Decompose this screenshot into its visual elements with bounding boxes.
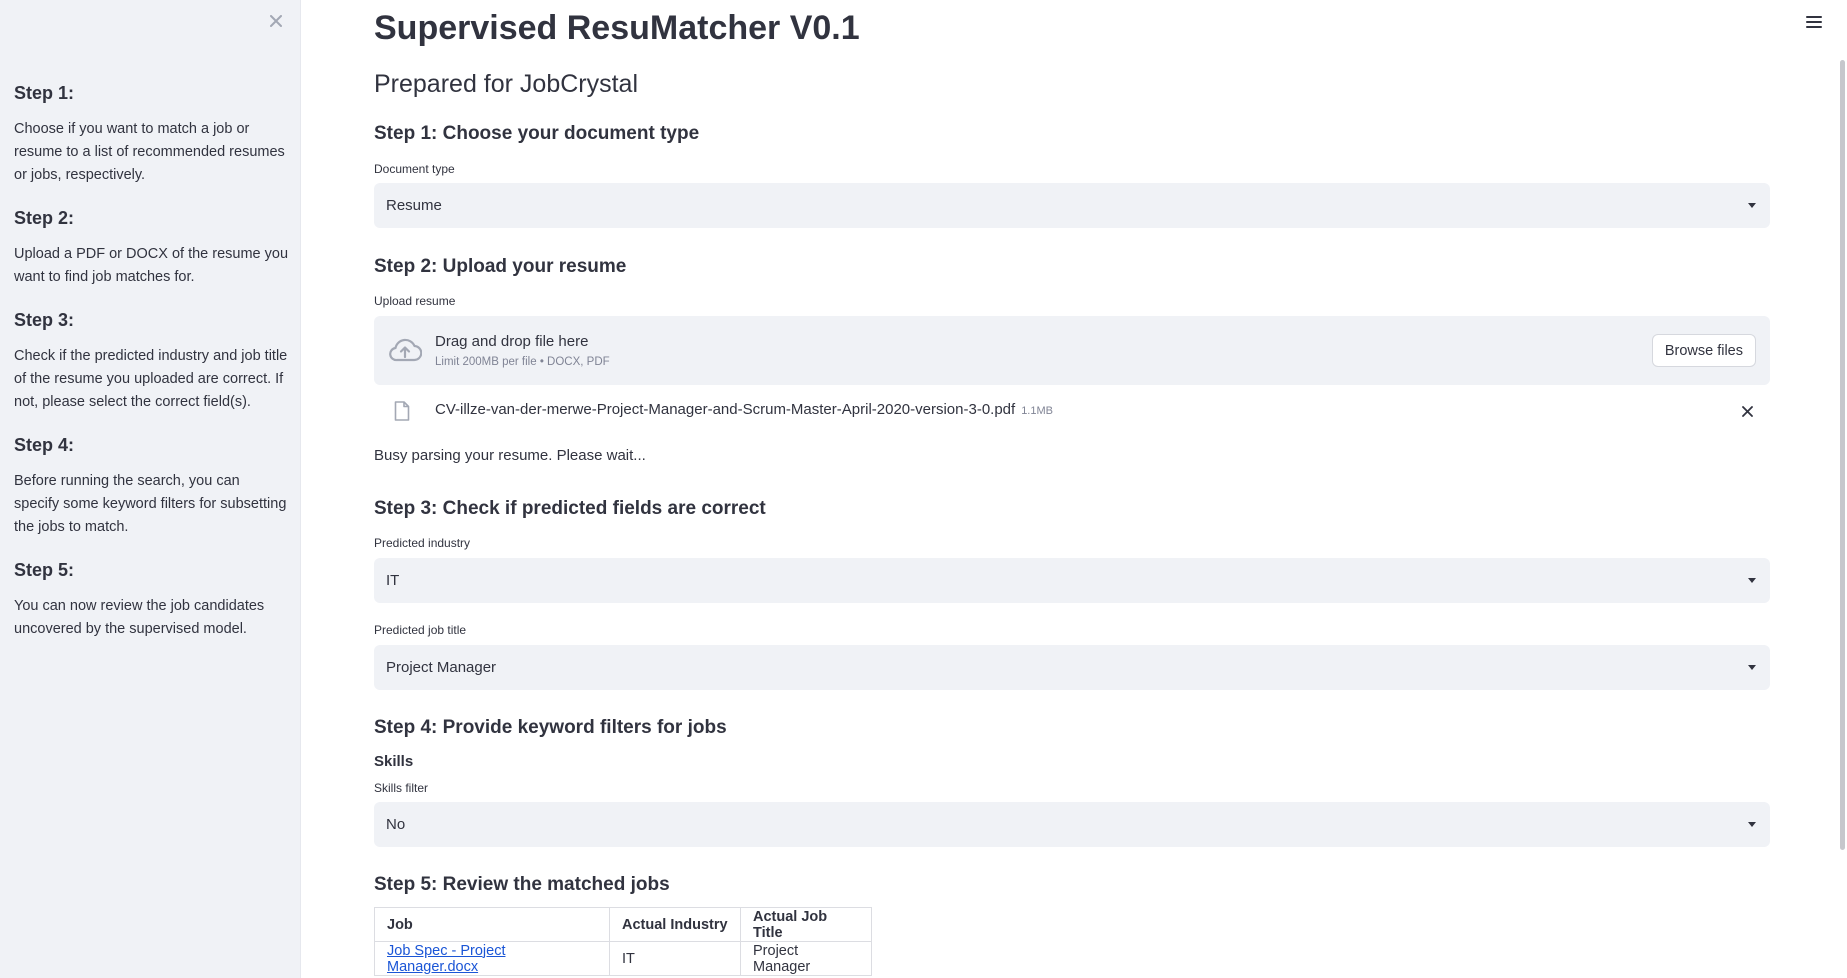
document-type-value: Resume (386, 197, 442, 214)
step4-heading: Step 4: Provide keyword filters for jobs (374, 717, 727, 738)
close-icon (270, 15, 282, 27)
skills-heading: Skills (374, 753, 414, 770)
cloud-upload-icon (389, 338, 422, 362)
dropzone-text: Drag and drop file here (435, 333, 589, 350)
step2-heading: Step 2: Upload your resume (374, 256, 627, 277)
table-cell-industry: IT (609, 941, 741, 976)
page-scrollbar[interactable] (1840, 60, 1845, 850)
document-type-select[interactable]: Resume (374, 183, 1770, 228)
sidebar-instructions: Step 1: Choose if you want to match a jo… (14, 80, 288, 659)
predicted-job-title-value: Project Manager (386, 659, 497, 676)
chevron-down-icon (1748, 203, 1756, 208)
hamburger-icon (1806, 21, 1822, 23)
table-cell-job-title: Project Manager (740, 941, 872, 976)
dropzone-limit-text: Limit 200MB per file • DOCX, PDF (435, 356, 610, 368)
file-icon (394, 401, 410, 421)
table-row: Job Spec - Project Manager.docx IT Proje… (374, 941, 872, 976)
hamburger-icon (1806, 26, 1822, 28)
sidebar-step-title: Step 1: (14, 83, 75, 103)
sidebar-step-title: Step 5: (14, 560, 75, 580)
uploaded-file-name: CV-illze-van-der-merwe-Project-Manager-a… (435, 401, 1053, 418)
sidebar-step-text: Upload a PDF or DOCX of the resume you w… (14, 246, 289, 285)
hamburger-icon (1806, 16, 1822, 18)
upload-resume-label: Upload resume (374, 294, 456, 308)
step3-heading: Step 3: Check if predicted fields are co… (374, 498, 766, 519)
document-type-label: Document type (374, 162, 455, 176)
column-header-job: Job (374, 907, 610, 942)
chevron-down-icon (1748, 665, 1756, 670)
sidebar-step: Step 5: You can now review the job candi… (14, 557, 288, 641)
sidebar-step-text: Before running the search, you can speci… (14, 473, 287, 535)
column-header-job-title: Actual Job Title (740, 907, 872, 942)
sidebar-step-title: Step 3: (14, 310, 75, 330)
page-subtitle: Prepared for JobCrystal (374, 70, 639, 98)
predicted-job-title-label: Predicted job title (374, 623, 467, 637)
skills-filter-label: Skills filter (374, 781, 429, 795)
table-header-row: Job Actual Industry Actual Job Title (374, 907, 872, 942)
predicted-industry-select[interactable]: IT (374, 558, 1770, 603)
column-header-industry: Actual Industry (609, 907, 741, 942)
skills-filter-value: No (386, 816, 406, 833)
browse-files-button[interactable]: Browse files (1651, 334, 1756, 367)
predicted-industry-value: IT (386, 572, 400, 589)
predicted-industry-label: Predicted industry (374, 536, 471, 550)
sidebar-step: Step 4: Before running the search, you c… (14, 432, 288, 539)
skills-filter-select[interactable]: No (374, 802, 1770, 847)
file-size: 1.1MB (1021, 405, 1053, 417)
uploaded-file: CV-illze-van-der-merwe-Project-Manager-a… (374, 396, 1770, 426)
step1-heading: Step 1: Choose your document type (374, 123, 700, 144)
sidebar-step-title: Step 4: (14, 435, 75, 455)
matched-jobs-table: Job Actual Industry Actual Job Title Job… (374, 907, 872, 976)
file-dropzone[interactable]: Drag and drop file here Limit 200MB per … (374, 316, 1770, 385)
remove-file-button[interactable] (1738, 402, 1756, 420)
main-menu-button[interactable] (1806, 16, 1822, 30)
sidebar-step-text: Check if the predicted industry and job … (14, 348, 288, 410)
sidebar: Step 1: Choose if you want to match a jo… (0, 0, 301, 978)
page-title: Supervised ResuMatcher V0.1 (374, 9, 860, 47)
file-name-text: CV-illze-van-der-merwe-Project-Manager-a… (435, 401, 1016, 418)
table-cell-job: Job Spec - Project Manager.docx (374, 941, 610, 976)
chevron-down-icon (1748, 578, 1756, 583)
sidebar-step-title: Step 2: (14, 208, 75, 228)
job-spec-link[interactable]: Job Spec - Project Manager.docx (387, 943, 505, 975)
predicted-job-title-select[interactable]: Project Manager (374, 645, 1770, 690)
sidebar-step: Step 2: Upload a PDF or DOCX of the resu… (14, 205, 288, 289)
chevron-down-icon (1748, 822, 1756, 827)
step5-heading: Step 5: Review the matched jobs (374, 874, 670, 895)
close-icon (1741, 405, 1753, 417)
sidebar-step-text: Choose if you want to match a job or res… (14, 121, 285, 183)
close-sidebar-button[interactable] (265, 10, 287, 32)
sidebar-step-text: You can now review the job candidates un… (14, 598, 265, 637)
sidebar-step: Step 1: Choose if you want to match a jo… (14, 80, 288, 187)
parsing-status: Busy parsing your resume. Please wait... (374, 447, 646, 464)
sidebar-step: Step 3: Check if the predicted industry … (14, 307, 288, 414)
